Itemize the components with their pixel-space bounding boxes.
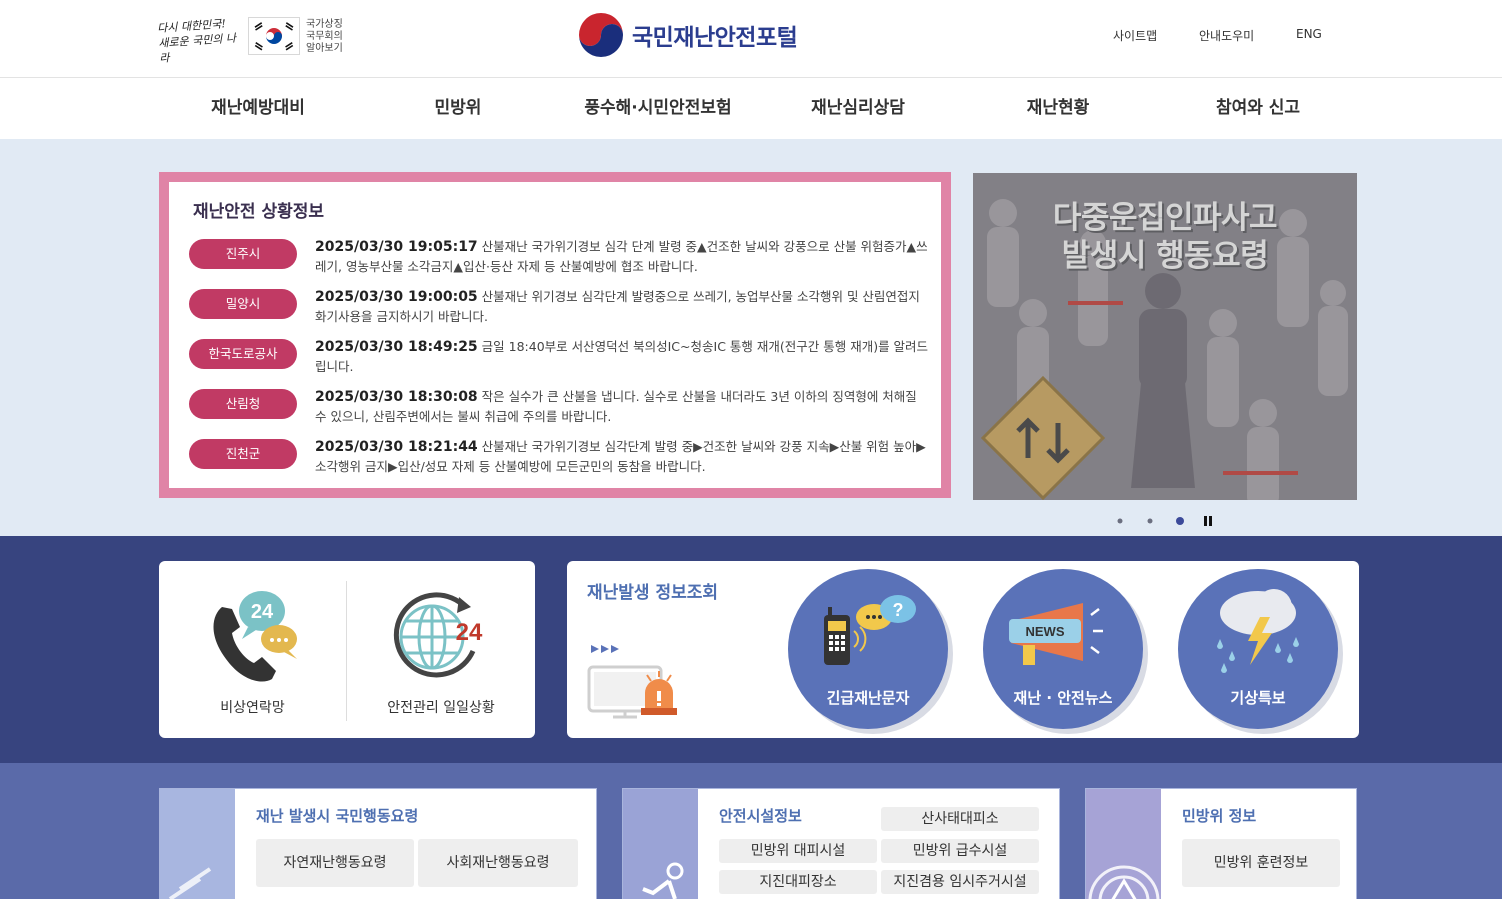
quick-service-band: 24 비상연락망 24 안전관리 일일상황 재난발생 정보조회 ? 긴급재난문자… — [0, 536, 1502, 763]
source-badge: 진천군 — [189, 439, 297, 469]
globe-24-icon: 24 — [393, 592, 483, 678]
situation-item[interactable]: 한국도로공사 2025/03/30 18:49:25 금일 18:40부로 서산… — [189, 337, 929, 381]
english-link[interactable]: ENG — [1296, 27, 1322, 41]
nav-counseling[interactable]: 재난심리상담 — [758, 78, 958, 139]
safety-facility-title: 안전시설정보 — [719, 807, 802, 825]
mobile-message-icon: ? — [824, 595, 916, 665]
panel-side-illustration — [160, 789, 235, 899]
nav-insurance[interactable]: 풍수해·시민안전보험 — [558, 78, 758, 139]
banner-title-line-1: 다중운집인파사고 — [1052, 200, 1278, 236]
exit-person-icon — [642, 862, 684, 899]
civil-defense-emblem-icon — [1088, 865, 1160, 899]
situation-time: 2025/03/30 19:00:05 — [315, 289, 478, 305]
daily-status-link[interactable]: 24 안전관리 일일상황 — [347, 561, 535, 738]
monitor-alarm-icon — [587, 645, 677, 719]
banner-title: 다중운집인파사고 발생시 행동요령 — [973, 199, 1357, 275]
phone-24-text: 24 — [251, 601, 274, 623]
situation-message: 2025/03/30 18:49:25 금일 18:40부로 서산영덕선 북의성… — [315, 337, 929, 377]
site-logo[interactable]: 국민재난안전포털 — [578, 12, 798, 58]
megaphone-news-icon: NEWS — [1009, 603, 1103, 665]
globe-24-text: 24 — [456, 619, 483, 646]
situation-message: 2025/03/30 18:21:44 산불재난 국가위기경보 심각단계 발령 … — [315, 437, 929, 477]
source-badge: 한국도로공사 — [189, 339, 297, 369]
situation-item[interactable]: 진주시 2025/03/30 19:05:17 산불재난 국가위기경보 심각 단… — [189, 237, 929, 281]
situation-message: 2025/03/30 19:05:17 산불재난 국가위기경보 심각 단계 발령… — [315, 237, 929, 277]
action-guide-panel: 재난 발생시 국민행동요령 자연재난행동요령 사회재난행동요령 — [159, 788, 597, 899]
slide-dot-1[interactable] — [1117, 518, 1123, 524]
daily-status-label: 안전관리 일일상황 — [387, 700, 495, 716]
emergency-text-label: 긴급재난문자 — [826, 689, 910, 707]
situation-title: 재난안전 상황정보 — [193, 202, 325, 222]
sitemap-link[interactable]: 사이트맵 — [1113, 27, 1157, 44]
slogan-line-2: 새로운 국민의 나라 — [157, 31, 237, 65]
emergency-contact-link[interactable]: 24 비상연락망 — [159, 561, 346, 738]
taegeuk-logo-icon — [579, 13, 623, 58]
temporary-housing-button[interactable]: 지진겸용 임시주거시설 — [881, 870, 1039, 894]
source-badge: 밀양시 — [189, 289, 297, 319]
landslide-shelter-button[interactable]: 산사태대피소 — [881, 807, 1039, 831]
civil-defense-title: 민방위 정보 — [1182, 807, 1257, 825]
phone-24-icon: 24 — [213, 591, 297, 682]
weather-warning-label: 기상특보 — [1230, 689, 1286, 707]
site-header: 다시 대한민국! 새로운 국민의 나라 국가상징 국무회의 알아보기 국민재난안… — [0, 0, 1502, 78]
situation-time: 2025/03/30 19:05:17 — [315, 239, 478, 255]
disaster-info-title: 재난발생 정보조회 — [587, 583, 719, 603]
situation-message: 2025/03/30 19:00:05 산불재난 위기경보 심각단계 발령중으로… — [315, 287, 929, 327]
news-badge-text: NEWS — [1026, 624, 1065, 639]
symbol-line-3: 알아보기 — [306, 43, 343, 54]
running-person-icon — [168, 867, 212, 899]
panel-side-illustration — [1086, 789, 1161, 899]
source-badge: 진주시 — [189, 239, 297, 269]
action-guide-title: 재난 발생시 국민행동요령 — [256, 807, 419, 825]
water-supply-button[interactable]: 민방위 급수시설 — [881, 839, 1039, 863]
slide-dot-3-active[interactable] — [1176, 517, 1184, 525]
nav-participation[interactable]: 참여와 신고 — [1158, 78, 1358, 139]
nav-disaster-status[interactable]: 재난현황 — [958, 78, 1158, 139]
situation-item[interactable]: 밀양시 2025/03/30 19:00:05 산불재난 위기경보 심각단계 발… — [189, 287, 929, 331]
situation-message: 2025/03/30 18:30:08 작은 실수가 큰 산불을 냅니다. 실수… — [315, 387, 929, 427]
emergency-contact-label: 비상연락망 — [220, 700, 285, 716]
situation-time: 2025/03/30 18:21:44 — [315, 439, 478, 455]
situation-time: 2025/03/30 18:49:25 — [315, 339, 478, 355]
safety-facility-panel: 안전시설정보 산사태대피소 민방위 대피시설 민방위 급수시설 지진대피장소 지… — [622, 788, 1060, 899]
crowd-safety-banner[interactable]: 다중운집인파사고 발생시 행동요령 — [973, 173, 1357, 500]
safety-news-button[interactable]: NEWS 재난 · 안전뉴스 — [983, 569, 1143, 729]
national-flag-icon[interactable] — [248, 17, 300, 55]
slide-dot-2[interactable] — [1147, 518, 1153, 524]
banner-pagination — [1112, 513, 1222, 527]
national-symbol-link[interactable]: 국가상징 국무회의 알아보기 — [306, 19, 343, 55]
civil-training-button[interactable]: 민방위 훈련정보 — [1182, 839, 1340, 887]
situation-time: 2025/03/30 18:30:08 — [315, 389, 478, 405]
guide-link[interactable]: 안내도우미 — [1199, 27, 1254, 44]
source-badge: 산림청 — [189, 389, 297, 419]
emergency-text-button[interactable]: ? 긴급재난문자 — [788, 569, 948, 729]
civil-defense-panel: 민방위 정보 민방위 훈련정보 — [1085, 788, 1357, 899]
situation-info-box: 재난안전 상황정보 진주시 2025/03/30 19:05:17 산불재난 국… — [159, 172, 951, 498]
civil-shelter-button[interactable]: 민방위 대피시설 — [719, 839, 877, 863]
safety-news-label: 재난 · 안전뉴스 — [1013, 689, 1113, 707]
disaster-info-card: 재난발생 정보조회 ? 긴급재난문자 NEWS 재난 · 안전뉴스 기상특보 — [567, 561, 1359, 738]
earthquake-shelter-button[interactable]: 지진대피장소 — [719, 870, 877, 894]
natural-disaster-guide-button[interactable]: 자연재난행동요령 — [256, 839, 414, 887]
quick-links-card: 24 비상연락망 24 안전관리 일일상황 — [159, 561, 535, 738]
main-nav: 재난예방대비 민방위 풍수해·시민안전보험 재난심리상담 재난현황 참여와 신고 — [0, 78, 1502, 139]
logo-text: 국민재난안전포털 — [632, 24, 798, 50]
banner-title-line-2: 발생시 행동요령 — [1061, 238, 1269, 274]
symbol-line-1: 국가상징 — [306, 19, 343, 30]
info-panels-section: 재난 발생시 국민행동요령 자연재난행동요령 사회재난행동요령 안전시설정보 산… — [0, 763, 1502, 899]
storm-cloud-icon — [1217, 589, 1299, 673]
weather-warning-button[interactable]: 기상특보 — [1178, 569, 1338, 729]
pause-icon[interactable] — [1204, 516, 1212, 526]
hero-section: 재난안전 상황정보 진주시 2025/03/30 19:05:17 산불재난 국… — [0, 139, 1502, 536]
nav-civil-defense[interactable]: 민방위 — [358, 78, 558, 139]
government-slogan[interactable]: 다시 대한민국! 새로운 국민의 나라 — [157, 15, 245, 65]
panel-side-illustration — [623, 789, 698, 899]
social-disaster-guide-button[interactable]: 사회재난행동요령 — [418, 839, 578, 887]
situation-item[interactable]: 진천군 2025/03/30 18:21:44 산불재난 국가위기경보 심각단계… — [189, 437, 929, 481]
symbol-line-2: 국무회의 — [306, 31, 343, 42]
svg-text:?: ? — [893, 600, 904, 620]
nav-disaster-prevention[interactable]: 재난예방대비 — [158, 78, 358, 139]
situation-item[interactable]: 산림청 2025/03/30 18:30:08 작은 실수가 큰 산불을 냅니다… — [189, 387, 929, 431]
